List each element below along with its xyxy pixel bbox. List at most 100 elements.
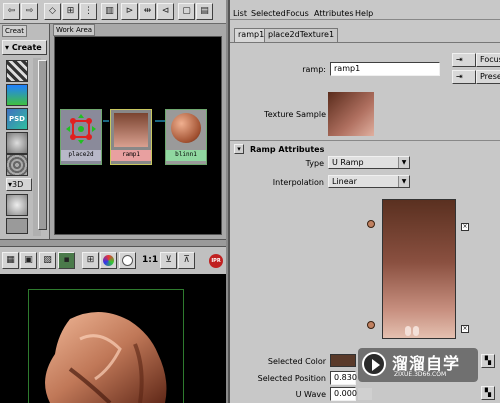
rendered-cloth-object xyxy=(45,311,167,403)
cloud-texture-swatch[interactable] xyxy=(6,154,28,176)
place2d-icon xyxy=(66,114,96,144)
watermark-logo-icon xyxy=(362,352,386,376)
selected-color-label: Selected Color xyxy=(267,357,326,366)
ramp-color-handle-bottom[interactable] xyxy=(367,321,375,329)
grid-icon[interactable]: ⊞ xyxy=(62,3,79,20)
section-divider xyxy=(230,140,500,141)
ramp-thumbnail xyxy=(114,113,148,147)
presets-icon-button[interactable]: ⇥ xyxy=(452,70,476,84)
blinn-node-label: blinn1 xyxy=(166,150,206,161)
chevron-down-icon: ▾ xyxy=(5,43,10,52)
tab-place2dtexture1[interactable]: place2dTexture1 xyxy=(264,28,339,42)
tab-divider xyxy=(230,42,500,43)
ramp-gradient-widget[interactable] xyxy=(382,199,456,339)
node-graph[interactable]: place2d ramp1 blinn1 xyxy=(54,36,222,235)
interpolation-value: Linear xyxy=(332,177,357,186)
watermark: 溜溜自学 ZIXUE.3D66.COM xyxy=(358,348,478,382)
chevron-down-icon: ▼ xyxy=(398,176,409,187)
3d-label: 3D xyxy=(12,180,24,189)
render-frame-icon[interactable]: ▦ xyxy=(2,252,19,269)
menu-help[interactable]: Help xyxy=(355,9,373,18)
3d-textures-button[interactable]: ▾3D xyxy=(6,178,32,191)
watermark-url: ZIXUE.3D66.COM xyxy=(394,371,447,378)
place2d-texture-node[interactable]: place2d xyxy=(60,109,102,165)
io-connections-icon[interactable]: ⇹ xyxy=(139,3,156,20)
play-icon xyxy=(372,359,380,371)
selected-position-label: Selected Position xyxy=(257,374,326,383)
delete-handle-icon-top[interactable]: × xyxy=(461,223,469,231)
texture-sample-swatch[interactable] xyxy=(328,92,374,136)
keep-image-icon-2[interactable]: ⊻ xyxy=(160,252,177,269)
type-dropdown[interactable]: U Ramp ▼ xyxy=(328,156,410,169)
graph-icon[interactable]: ▥ xyxy=(101,3,118,20)
menu-attributes[interactable]: Attributes xyxy=(314,9,354,18)
create-menu-button[interactable]: ▾ Create xyxy=(2,40,47,55)
render-viewport[interactable] xyxy=(0,274,226,403)
top-toolbar: ⇦ ⇨ ◇ ⊞ ⋮ ▥ ⊳ ⇹ ⊲ ▢ ▤ xyxy=(0,0,226,24)
interpolation-dropdown[interactable]: Linear ▼ xyxy=(328,175,410,188)
blinn-material-node[interactable]: blinn1 xyxy=(165,109,207,165)
create-label: Create xyxy=(11,43,42,52)
arrow-right-icon[interactable]: ⇨ xyxy=(21,3,38,20)
menu-selected[interactable]: Selected xyxy=(251,9,286,18)
checker-texture-swatch[interactable] xyxy=(6,60,28,82)
attribute-editor: List Selected Focus Attributes Help ramp… xyxy=(228,0,500,403)
display-alpha-icon[interactable] xyxy=(119,252,136,269)
ramp-name-field[interactable]: ramp1 xyxy=(330,62,440,76)
clear-graph-icon[interactable]: ▢ xyxy=(178,3,195,20)
hierarchy-icon[interactable]: ⋮ xyxy=(80,3,97,20)
place2d-node-label: place2d xyxy=(61,150,101,161)
delete-handle-icon-bottom[interactable]: × xyxy=(461,325,469,333)
redo-render-icon[interactable]: ▣ xyxy=(20,252,37,269)
map-button-icon-2[interactable]: ▚ xyxy=(481,386,495,400)
panel-scroll-track[interactable] xyxy=(38,60,47,230)
type-label: Type xyxy=(305,159,324,168)
ramp-texture-node[interactable]: ramp1 xyxy=(110,109,152,165)
blinn-sphere-thumbnail xyxy=(171,113,201,143)
3d-texture-swatch-2[interactable] xyxy=(6,218,28,234)
arrow-right-icon: ⇥ xyxy=(456,55,463,64)
selected-color-swatch[interactable] xyxy=(330,354,356,367)
presets-button[interactable]: Presets xyxy=(476,70,500,84)
input-connections-icon[interactable]: ⊳ xyxy=(121,3,138,20)
collapse-section-icon[interactable]: ▾ xyxy=(234,144,244,154)
menu-focus[interactable]: Focus xyxy=(286,9,309,18)
focus-button[interactable]: Focus xyxy=(476,53,500,67)
ramp-texture-swatch[interactable] xyxy=(6,84,28,106)
ramp-position-marker[interactable] xyxy=(405,326,411,336)
ramp-color-handle-top[interactable] xyxy=(367,220,375,228)
render-toolbar: ▦ ▣ ▧ ▪ ⊞ 1:1 ⊻ ⊼ IPR xyxy=(0,246,226,274)
arrow-left-icon[interactable]: ⇦ xyxy=(3,3,20,20)
3d-texture-swatch[interactable] xyxy=(6,194,28,216)
rearrange-icon[interactable]: ▤ xyxy=(196,3,213,20)
output-connections-icon[interactable]: ⊲ xyxy=(157,3,174,20)
map-button-icon[interactable]: ▚ xyxy=(481,354,495,368)
work-area-tab[interactable]: Work Area xyxy=(53,24,96,36)
u-wave-field[interactable]: 0.000 xyxy=(330,387,357,401)
create-tab[interactable]: Creat xyxy=(2,25,27,37)
render-region-icon[interactable]: ▧ xyxy=(39,252,56,269)
u-wave-label: U Wave xyxy=(295,390,326,399)
interpolation-label: Interpolation xyxy=(272,178,324,187)
ramp-attributes-section-title[interactable]: Ramp Attributes xyxy=(250,145,324,154)
eraser-icon[interactable]: ◇ xyxy=(44,3,61,20)
snapshot-icon[interactable]: ▪ xyxy=(58,252,75,269)
ramp-position-marker-2[interactable] xyxy=(413,326,419,336)
noise-texture-swatch[interactable] xyxy=(6,132,28,154)
remove-image-icon[interactable]: ⊼ xyxy=(178,252,195,269)
menu-list[interactable]: List xyxy=(233,9,247,18)
psd-texture-swatch[interactable]: PSD xyxy=(6,108,28,130)
pane-divider[interactable] xyxy=(0,239,226,246)
ipr-render-icon[interactable]: IPR xyxy=(209,254,223,268)
ramp-node-label: ramp1 xyxy=(111,150,151,161)
create-bar-panel: Creat ▾ Create PSD ▾3D xyxy=(0,24,50,239)
keep-image-icon[interactable]: ⊞ xyxy=(82,252,99,269)
work-area-panel: Work Area place2d ramp1 blinn1 xyxy=(50,24,226,239)
attribute-editor-menubar: List Selected Focus Attributes Help xyxy=(230,0,500,20)
display-rgb-icon[interactable] xyxy=(100,252,117,269)
type-value: U Ramp xyxy=(332,158,364,167)
focus-icon-button[interactable]: ⇥ xyxy=(452,53,476,67)
u-wave-slider[interactable] xyxy=(358,388,372,400)
zoom-ratio[interactable]: 1:1 xyxy=(142,255,158,265)
selected-position-field[interactable]: 0.830 xyxy=(330,371,357,385)
